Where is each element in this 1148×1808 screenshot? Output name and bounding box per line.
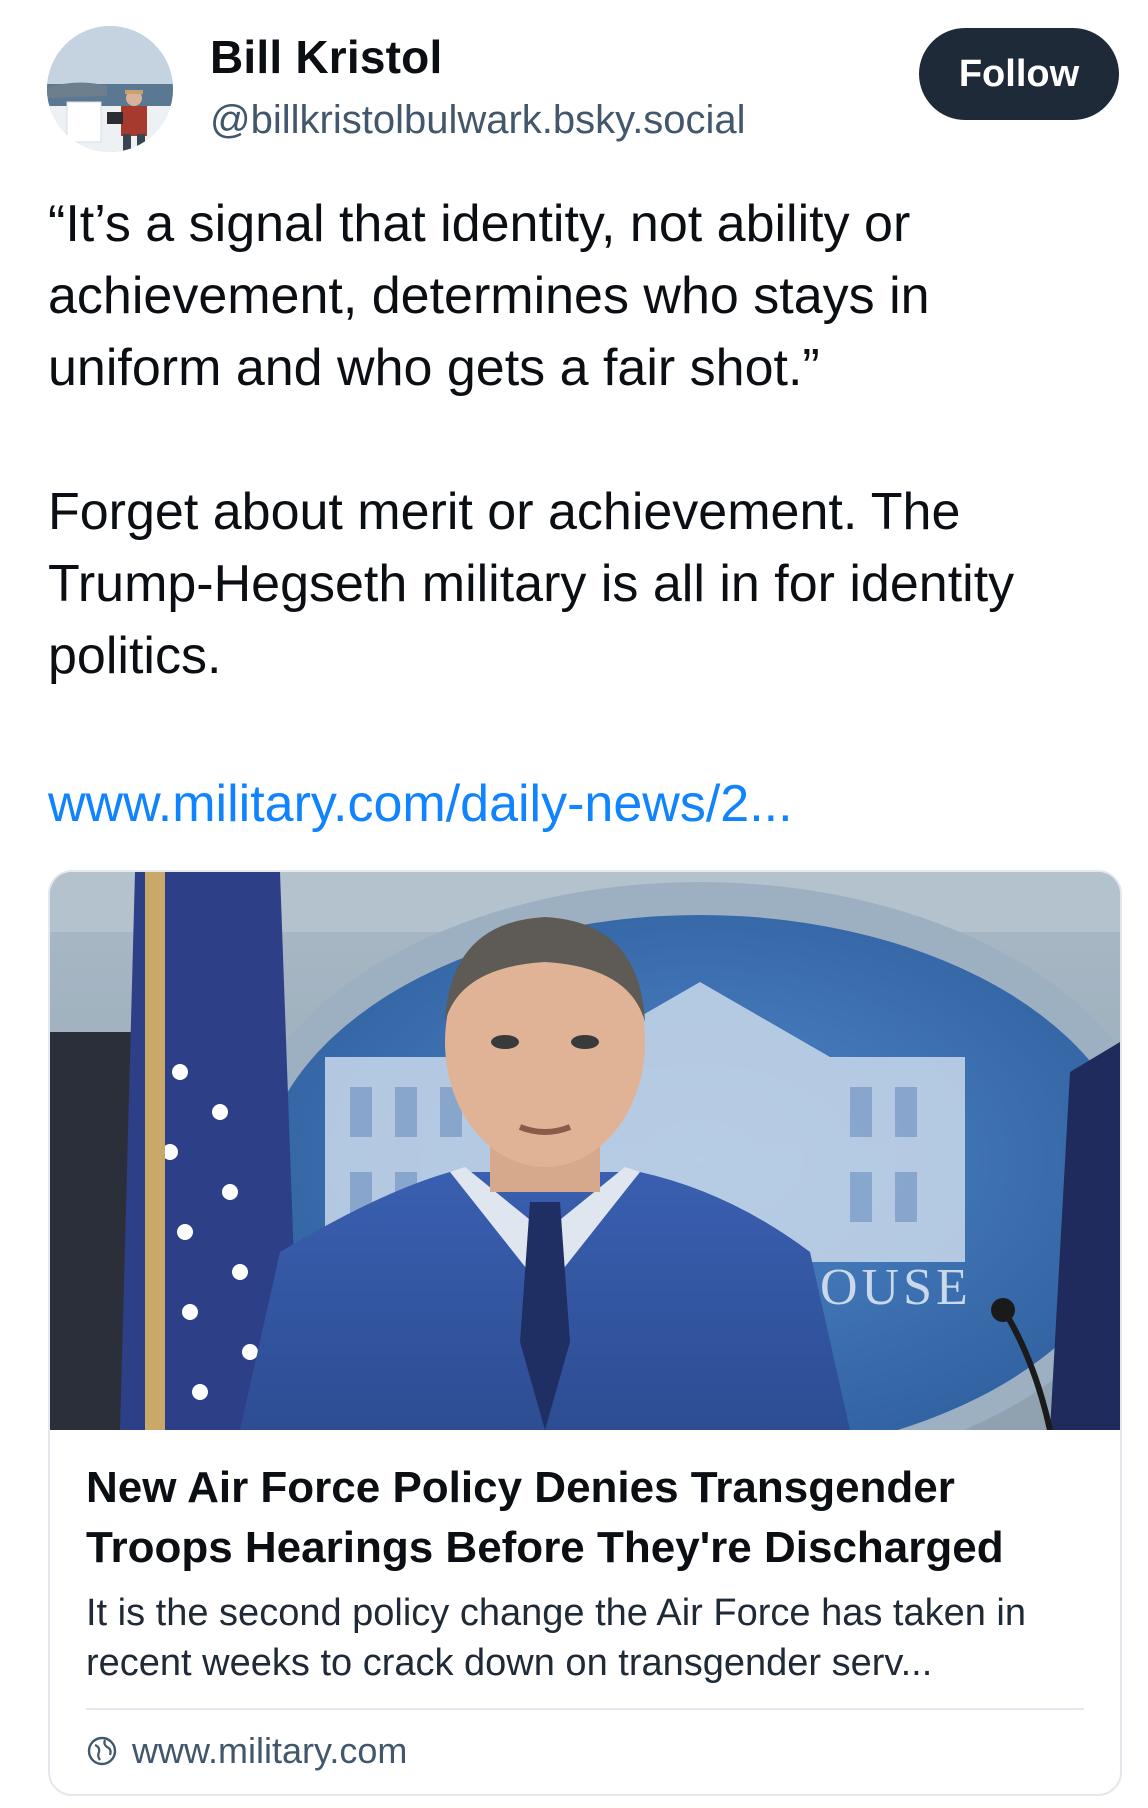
post-link[interactable]: www.military.com/daily-news/2... [48, 768, 793, 840]
card-description: It is the second policy change the Air F… [86, 1592, 1026, 1684]
card-divider [86, 1708, 1084, 1710]
post-paragraph: “It’s a signal that identity, not abilit… [48, 195, 930, 397]
globe-icon [87, 1736, 117, 1766]
card-title[interactable]: New Air Force Policy Denies Transgender … [86, 1458, 1086, 1578]
link-preview-card[interactable]: OUSE New Air Force Policy Denies Transge… [48, 870, 1122, 1796]
card-domain: www.military.com [132, 1730, 408, 1771]
author-handle[interactable]: @billkristolbulwark.bsky.social [210, 98, 746, 143]
follow-button[interactable]: Follow [919, 28, 1119, 120]
article-thumbnail: OUSE [50, 872, 1120, 1430]
seal-lettering: OUSE [820, 1259, 972, 1316]
post: Bill Kristol @billkristolbulwark.bsky.so… [0, 0, 1148, 1808]
author-display-name[interactable]: Bill Kristol [210, 30, 442, 84]
avatar-photo [47, 26, 173, 152]
post-paragraph: Forget about merit or achievement. The T… [48, 483, 1015, 685]
card-source: www.military.com [86, 1728, 407, 1774]
author-avatar[interactable] [47, 26, 173, 152]
post-text: “It’s a signal that identity, not abilit… [48, 188, 1108, 692]
